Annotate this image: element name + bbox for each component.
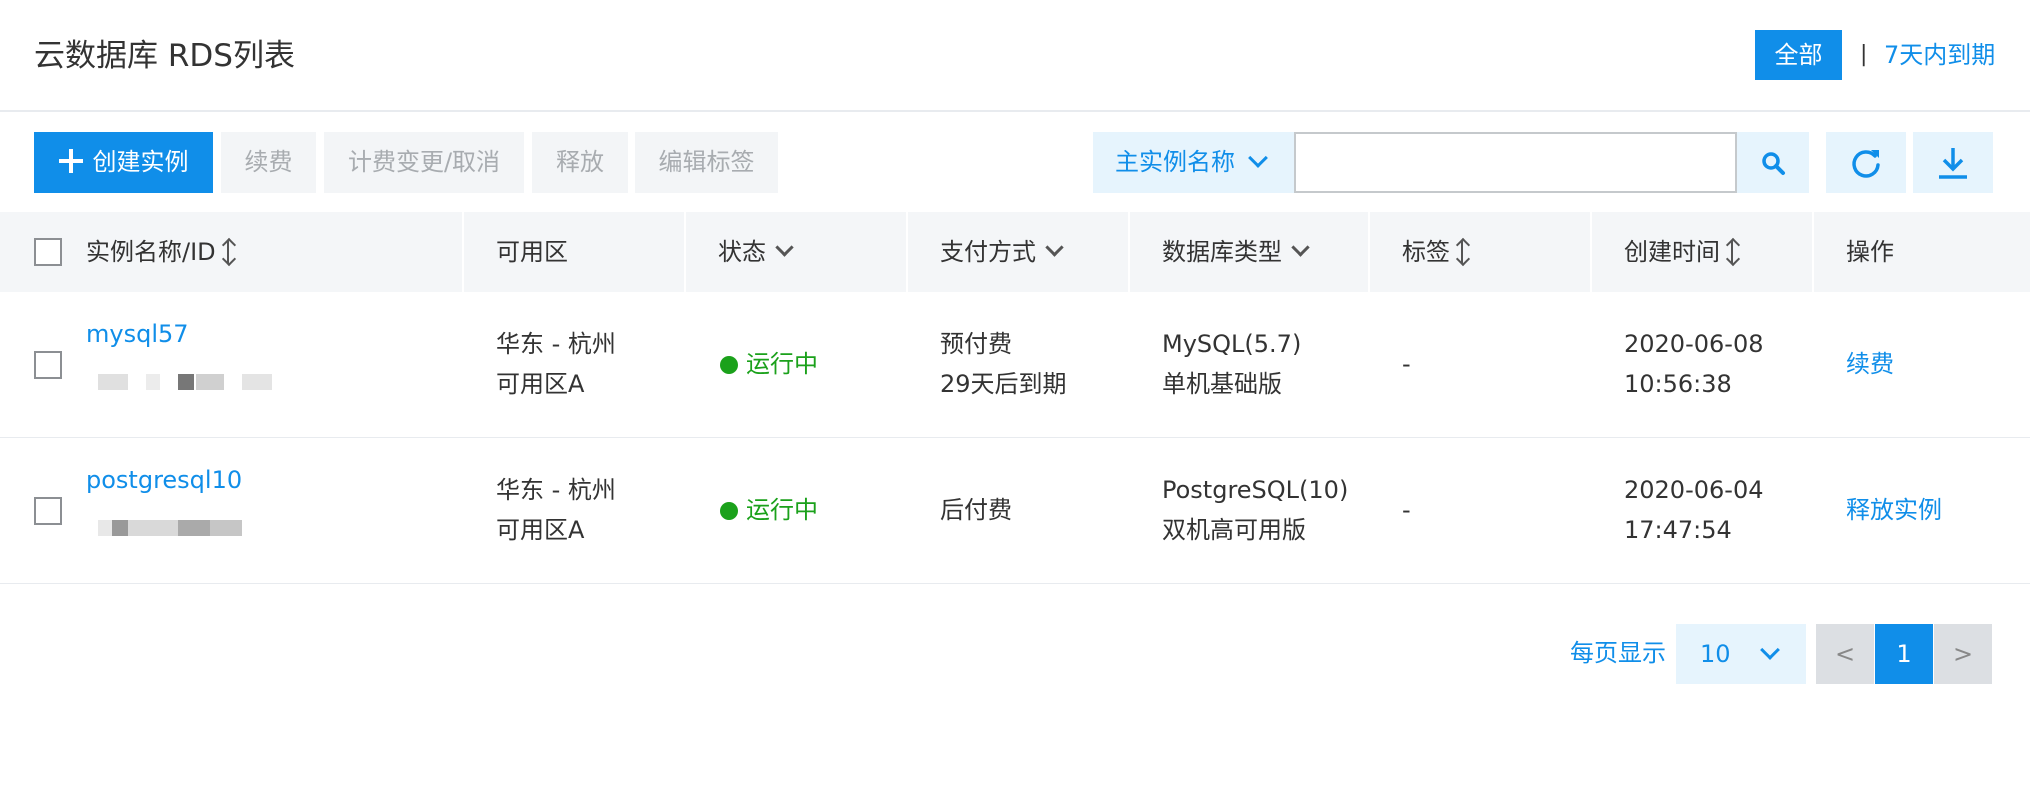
column-divider	[1368, 212, 1370, 292]
select-all-checkbox[interactable]	[34, 238, 62, 266]
sort-icon	[1456, 238, 1470, 266]
column-header-payment[interactable]: 支付方式	[940, 212, 1064, 292]
table-header: 实例名称/ID 可用区 状态 支付方式 数据库类型 标签 创建时间 操作	[0, 212, 2030, 292]
chevron-down-icon	[775, 238, 794, 257]
release-button[interactable]: 释放	[532, 132, 628, 193]
db-type-cell: PostgreSQL(10) 双机高可用版	[1162, 476, 1349, 544]
status-dot-icon	[720, 502, 738, 520]
row-checkbox[interactable]	[34, 497, 62, 525]
instance-id-redacted	[98, 520, 248, 536]
column-header-zone: 可用区	[496, 238, 568, 266]
db-type-cell: MySQL(5.7) 单机基础版	[1162, 330, 1302, 398]
instance-table: 实例名称/ID 可用区 状态 支付方式 数据库类型 标签 创建时间 操作 mys…	[0, 212, 2030, 584]
download-button[interactable]	[1913, 132, 1993, 193]
instance-name-link[interactable]: mysql57	[86, 314, 189, 354]
page-size-value: 10	[1700, 640, 1731, 668]
column-header-status[interactable]: 状态	[718, 212, 794, 292]
next-page-button[interactable]: >	[1934, 624, 1992, 684]
created-time-cell: 2020-06-04 17:47:54	[1624, 476, 1764, 544]
renew-action-link[interactable]: 续费	[1846, 344, 1894, 384]
column-header-db-type[interactable]: 数据库类型	[1162, 212, 1310, 292]
row-checkbox[interactable]	[34, 351, 62, 379]
filter-expiring-7days-link[interactable]: 7天内到期	[1884, 38, 1995, 72]
instance-id-redacted	[98, 374, 278, 390]
status-dot-icon	[720, 356, 738, 374]
column-divider	[1590, 212, 1592, 292]
page-header: 云数据库 RDS列表 全部 | 7天内到期	[0, 0, 2030, 112]
table-row: postgresql10 华东 - 杭州 可用区A 运行中 后付费 Postgre…	[0, 438, 2030, 584]
column-divider	[684, 212, 686, 292]
search-field-label: 主实例名称	[1115, 148, 1235, 176]
chevron-down-icon	[1248, 148, 1268, 168]
chevron-down-icon	[1760, 640, 1780, 660]
search-icon	[1762, 151, 1785, 175]
page-size-select[interactable]: 10	[1676, 624, 1806, 684]
table-row: mysql57 华东 - 杭州 可用区A 运行中 预付费 29天后到期 MySQL(…	[0, 292, 2030, 438]
status-badge: 运行中	[720, 490, 818, 530]
page-size-label: 每页显示	[1570, 639, 1666, 667]
create-instance-button[interactable]: 创建实例	[34, 132, 213, 193]
refresh-button[interactable]	[1826, 132, 1906, 193]
search-input[interactable]	[1294, 132, 1737, 193]
instance-name-link[interactable]: postgresql10	[86, 460, 242, 500]
chevron-down-icon	[1291, 238, 1310, 257]
column-header-tags[interactable]: 标签	[1402, 212, 1470, 292]
plus-icon	[58, 149, 83, 173]
create-instance-label: 创建实例	[92, 148, 189, 176]
sort-icon	[222, 238, 236, 266]
current-page-button[interactable]: 1	[1875, 624, 1933, 684]
billing-change-button[interactable]: 计费变更/取消	[324, 132, 524, 193]
release-instance-action-link[interactable]: 释放实例	[1846, 490, 1942, 530]
column-divider	[1812, 212, 1814, 292]
created-time-cell: 2020-06-08 10:56:38	[1624, 330, 1764, 398]
edit-tags-button[interactable]: 编辑标签	[635, 132, 778, 193]
chevron-down-icon	[1045, 238, 1064, 257]
renew-button[interactable]: 续费	[221, 132, 316, 193]
download-icon	[1939, 147, 1967, 179]
payment-cell: 预付费 29天后到期	[940, 330, 1067, 398]
tags-cell: -	[1402, 350, 1411, 378]
search-field-select[interactable]: 主实例名称	[1093, 132, 1294, 193]
tags-cell: -	[1402, 496, 1411, 524]
column-divider	[1128, 212, 1130, 292]
sort-icon	[1726, 238, 1740, 266]
status-badge: 运行中	[720, 344, 818, 384]
toolbar: 创建实例 续费 计费变更/取消 释放 编辑标签 主实例名称	[0, 132, 2030, 194]
payment-cell: 后付费	[940, 496, 1012, 524]
filter-separator: |	[1860, 42, 1868, 67]
search-button[interactable]	[1737, 132, 1809, 193]
filter-all-button[interactable]: 全部	[1755, 30, 1842, 80]
column-divider	[906, 212, 908, 292]
column-header-created[interactable]: 创建时间	[1624, 212, 1740, 292]
column-header-name[interactable]: 实例名称/ID	[86, 212, 236, 292]
prev-page-button[interactable]: <	[1816, 624, 1874, 684]
column-divider	[462, 212, 464, 292]
zone-cell: 华东 - 杭州 可用区A	[496, 330, 616, 398]
refresh-icon	[1852, 149, 1880, 178]
zone-cell: 华东 - 杭州 可用区A	[496, 476, 616, 544]
page-title: 云数据库 RDS列表	[34, 38, 295, 74]
column-header-actions: 操作	[1846, 238, 1894, 266]
